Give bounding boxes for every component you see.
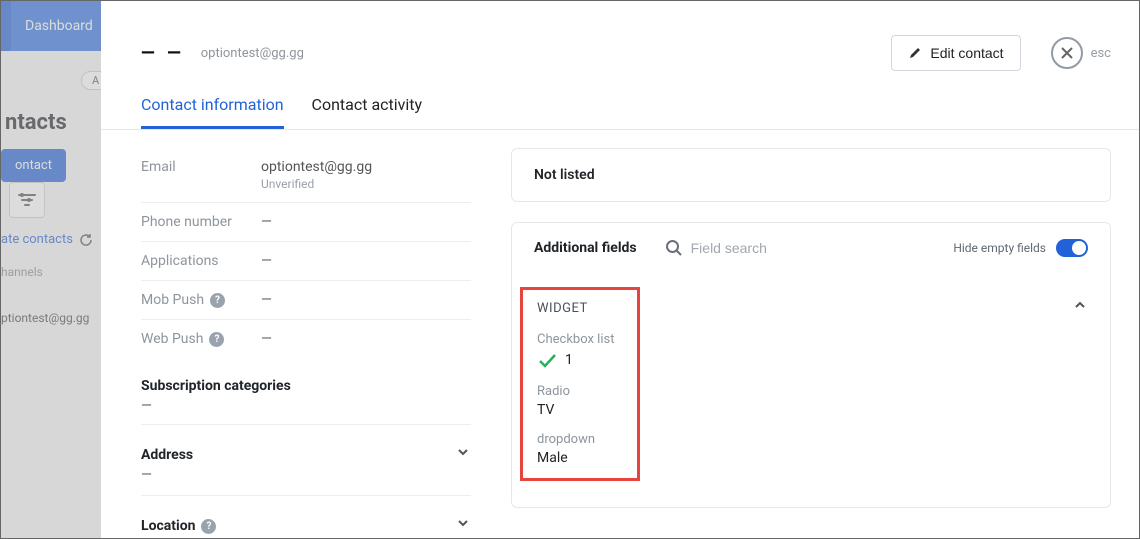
email-status: Unverified [261,177,471,191]
address-value: — [141,467,471,483]
close-icon [1060,46,1074,60]
chevron-down-icon[interactable] [455,444,471,460]
dropdown-value: Male [537,450,623,466]
check-icon [537,350,557,370]
esc-label: esc [1091,46,1111,61]
chevron-down-icon[interactable] [455,515,471,531]
webpush-value: — [261,331,471,347]
dropdown-label: dropdown [537,432,623,447]
close-button[interactable] [1051,37,1083,69]
help-icon[interactable]: ? [210,293,225,308]
contact-info-column: Email optiontest@gg.gg Unverified Phone … [141,148,471,510]
not-listed-card: Not listed [511,148,1111,202]
subscription-categories-heading: Subscription categories [141,378,471,394]
subscription-categories-value: — [141,398,471,414]
additional-fields-card: Additional fields Hide empty fields [511,222,1111,508]
mobpush-value: — [261,292,471,308]
contact-name: — — [141,43,185,64]
checkbox-list-label: Checkbox list [537,332,623,347]
tab-contact-activity[interactable]: Contact activity [312,95,423,129]
pencil-icon [908,46,922,60]
modal-header: — — optiontest@gg.gg Edit contact esc [101,1,1139,71]
widget-highlight-box: WIDGET Checkbox list 1 [520,287,640,481]
email-value: optiontest@gg.gg [261,159,471,175]
phone-label: Phone number [141,214,261,230]
webpush-label: Web Push ? [141,331,261,347]
help-icon[interactable]: ? [209,332,224,347]
widget-group-title: WIDGET [537,301,588,316]
chevron-up-icon[interactable] [1072,297,1088,313]
address-heading: Address [141,447,193,463]
radio-label: Radio [537,384,623,399]
tab-contact-information[interactable]: Contact information [141,95,284,129]
contact-email-header: optiontest@gg.gg [201,46,304,61]
applications-value: — [261,253,471,269]
location-heading: Location ? [141,518,216,534]
contact-modal: — — optiontest@gg.gg Edit contact esc Co… [101,1,1139,538]
checkbox-list-value: 1 [565,352,573,368]
field-search-input[interactable] [691,240,938,256]
radio-value: TV [537,402,623,418]
mobpush-label: Mob Push ? [141,292,261,308]
help-icon[interactable]: ? [201,519,216,534]
search-icon [665,239,683,257]
tabs: Contact information Contact activity [101,71,1139,130]
edit-contact-button[interactable]: Edit contact [891,35,1020,71]
hide-empty-toggle[interactable] [1056,239,1088,257]
applications-label: Applications [141,253,261,269]
phone-value: — [261,214,471,230]
additional-fields-title: Additional fields [534,240,637,256]
hide-empty-label: Hide empty fields [953,241,1046,255]
email-label: Email [141,159,261,175]
